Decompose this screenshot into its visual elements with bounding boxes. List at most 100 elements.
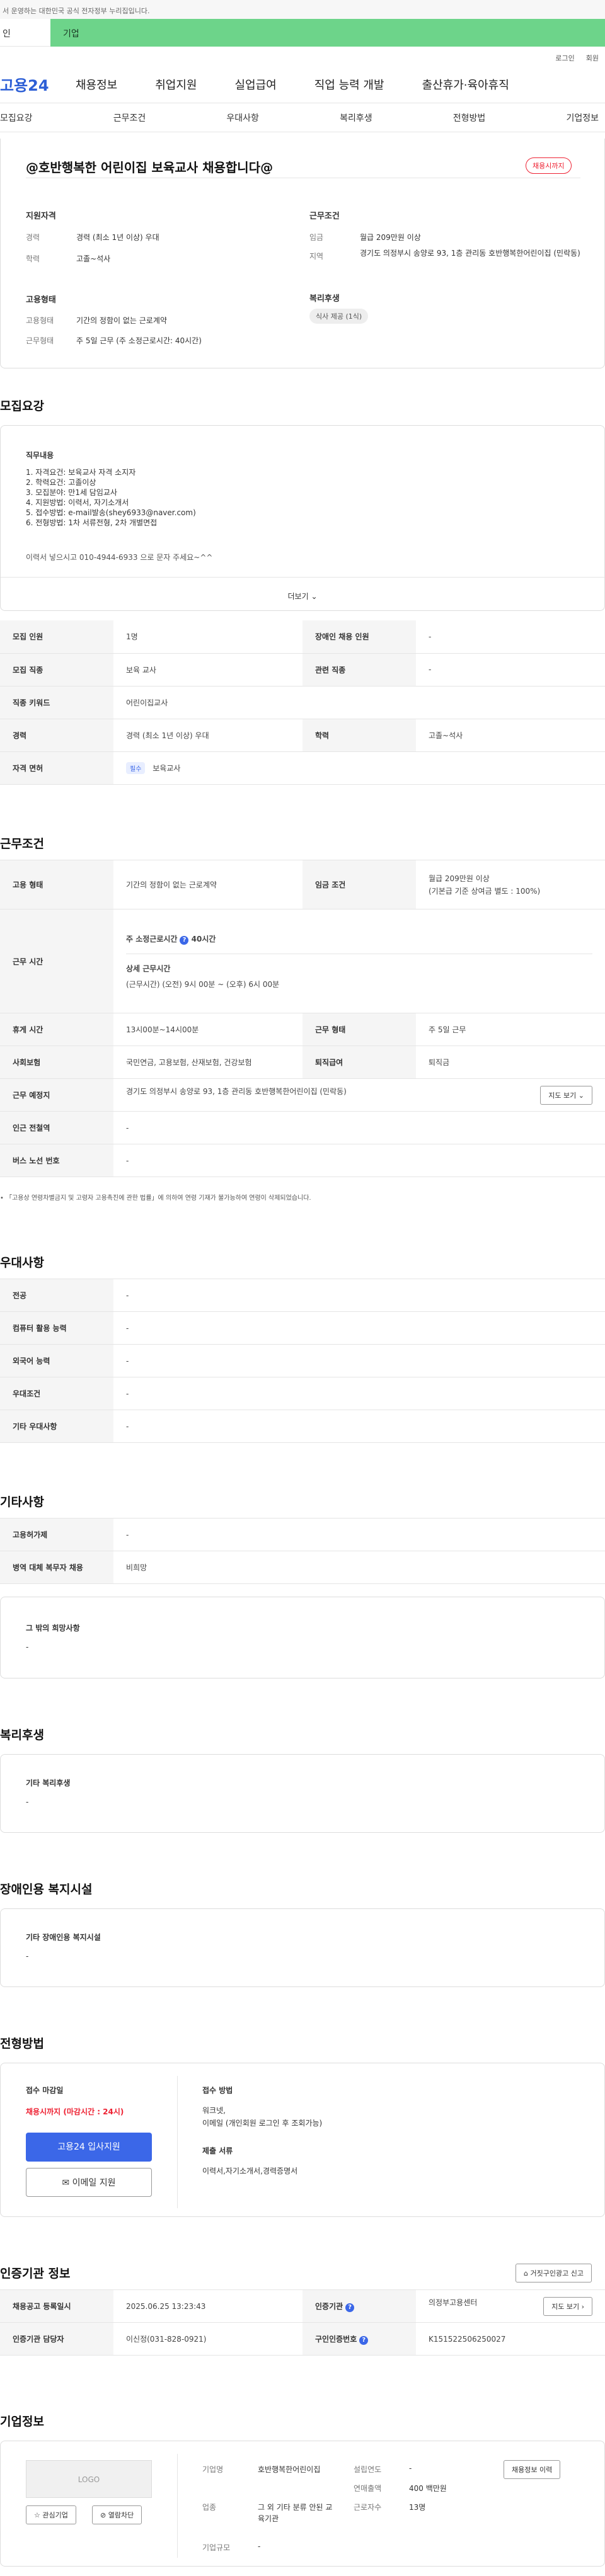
- email-apply-button[interactable]: ✉ 이메일 지원: [26, 2168, 152, 2197]
- weekly-hours: 주 소정근로시간? 40시간: [126, 933, 592, 954]
- age-note: • 「고용상 연령차별금지 및 고령자 고용촉진에 관한 법률」에 의하여 연령…: [0, 1195, 311, 1202]
- hours-detail: (근무시간) (오전) 9시 00분 ~ (오후) 6시 00분: [126, 979, 280, 989]
- gnb-item-unemployment-benefit[interactable]: 실업급여: [235, 76, 277, 93]
- subnav-pref[interactable]: 우대사항: [226, 111, 259, 124]
- table-row: 컴퓨터 활용 능력 -: [0, 1311, 605, 1345]
- table-row: 경력 경력 (최소 1년 이상) 우대 학력 고졸~석사: [0, 719, 605, 752]
- table-row: 인증기관 담당자 이신정(031-828-0921) 구인인증번호? K1515…: [0, 2322, 605, 2356]
- table-row: 자격 면허 필수 보육교사: [0, 751, 605, 785]
- favorite-company-button[interactable]: ☆ 관심기업: [26, 2505, 76, 2524]
- site-logo[interactable]: 고용24: [0, 73, 76, 95]
- company-size: -: [258, 2542, 261, 2551]
- mail-icon: ✉: [62, 2178, 70, 2188]
- table-row: 외국어 능력 -: [0, 1344, 605, 1377]
- cert-section-title: 인증기관 정보: [0, 2267, 71, 2281]
- etc-wish-title: 그 밖의 희망사항: [26, 1624, 80, 1633]
- status-badge: 채용시까지: [526, 157, 572, 174]
- apply-button[interactable]: 고용24 입사지원: [26, 2133, 152, 2162]
- duty-extra: 이력서 넣으시고 010-4944-6933 으로 문자 주세요~^^: [26, 553, 213, 562]
- company-label: 설립연도: [354, 2465, 382, 2474]
- work-place: 경기도 의정부시 송양로 93, 1층 관리동 호반행복한어린이집 (민락동): [126, 1086, 347, 1096]
- table-cell: -: [113, 1144, 605, 1177]
- table-header-cell: 학력: [302, 719, 416, 752]
- method-title: 접수 방법: [202, 2086, 233, 2095]
- table-row: 기타 우대사항 -: [0, 1410, 605, 1443]
- table-cell: -: [113, 1410, 605, 1443]
- table-cell: 어린이집교사: [113, 686, 605, 719]
- block-company-button[interactable]: ⊘ 열람차단: [92, 2505, 142, 2524]
- subnav-process[interactable]: 전형방법: [453, 111, 486, 124]
- gnb-item-jobs[interactable]: 채용정보: [76, 76, 117, 93]
- table-cell: 2025.06.25 13:23:43: [113, 2289, 302, 2323]
- table-cell: 주 소정근로시간? 40시간 상세 근무시간 (근무시간) (오전) 9시 00…: [113, 909, 605, 1013]
- table-header-cell: 장애인 채용 인원: [302, 620, 416, 654]
- table-header-cell: 모집 직종: [0, 653, 113, 687]
- company-section-title: 기업정보: [0, 2415, 44, 2429]
- table-row: 모집 직종 보육 교사 관련 직종 -: [0, 653, 605, 687]
- company-label: 기업명: [202, 2465, 224, 2474]
- table-header-cell: 고용허가제: [0, 1518, 113, 1551]
- table-header-cell: 자격 면허: [0, 751, 113, 785]
- deadline-title: 접수 마감일: [26, 2086, 64, 2095]
- gnb-item-parental-leave[interactable]: 출산휴가·육아휴직: [422, 76, 509, 93]
- subnav-recruit[interactable]: 모집요강: [0, 111, 33, 124]
- member-type-tabs: 인 기업: [0, 19, 605, 47]
- docs-title: 제출 서류: [202, 2146, 233, 2155]
- table-header-cell: 버스 노선 번호: [0, 1144, 113, 1177]
- table-cell: 보육 교사: [113, 653, 302, 687]
- map-button[interactable]: 지도 보기 ⌄: [540, 1085, 592, 1105]
- table-cell: 13시00분~14시00분: [113, 1013, 302, 1046]
- cert-table: 채용공고 등록일시 2025.06.25 13:23:43 인증기관? 의정부고…: [0, 2289, 605, 2356]
- emp-label: 고용형태: [26, 316, 54, 325]
- etc-table: 고용허가제 - 병역 대체 복무자 채용 비희망: [0, 1518, 605, 1584]
- subnav-welfare[interactable]: 복리후생: [340, 111, 372, 124]
- table-header-cell: 퇴직급여: [302, 1046, 416, 1079]
- table-cell: 1명: [113, 620, 302, 654]
- table-row: 근무 예정지 경기도 의정부시 송양로 93, 1층 관리동 호반행복한어린이집…: [0, 1078, 605, 1112]
- table-cell: 주 5일 근무: [416, 1013, 605, 1046]
- tab-company[interactable]: 기업: [50, 19, 605, 47]
- duty-line: 3. 모집분야: 만1세 담임교사: [26, 488, 117, 497]
- work-table: 고용 형태 기간의 정함이 없는 근로계약 임금 조건 월급 209만원 이상 (…: [0, 860, 605, 1177]
- table-cell: -: [113, 1344, 605, 1377]
- more-button[interactable]: 더보기 ⌄: [1, 583, 604, 601]
- company-employees: 13명: [409, 2503, 426, 2512]
- emp-value: 기간의 정함이 없는 근로계약: [76, 316, 167, 325]
- gnb-item-training[interactable]: 직업 능력 개발: [314, 76, 384, 93]
- join-link[interactable]: 회원: [586, 53, 599, 66]
- cert-map-button[interactable]: 지도 보기 ›: [543, 2296, 592, 2316]
- home-icon: ⌂: [524, 2269, 528, 2277]
- subnav-work[interactable]: 근무조건: [113, 111, 146, 124]
- gnb-item-employment-support[interactable]: 취업지원: [155, 76, 197, 93]
- table-row: 병역 대체 복무자 채용 비희망: [0, 1551, 605, 1584]
- table-cell: 기간의 정함이 없는 근로계약: [113, 860, 302, 909]
- tab-personal[interactable]: 인: [0, 19, 50, 47]
- gov-notice: 서 운영하는 대한민국 공식 전자정부 누리집입니다.: [0, 0, 605, 19]
- table-row: 모집 인원 1명 장애인 채용 인원 -: [0, 620, 605, 654]
- company-name: 호반행복한어린이집: [258, 2465, 321, 2474]
- info-icon[interactable]: ?: [345, 2303, 355, 2312]
- info-icon[interactable]: ?: [359, 2335, 369, 2345]
- recruit-history-button[interactable]: 채용정보 이력: [504, 2460, 561, 2479]
- table-header-cell: 전공: [0, 1279, 113, 1312]
- wage-note: (기본급 기준 상여금 별도 : 100%): [429, 886, 541, 896]
- recruit-section-title: 모집요강: [0, 399, 44, 413]
- table-cell: 이신정(031-828-0921): [113, 2322, 302, 2356]
- duty-list: 1. 자격요건: 보육교사 자격 소지자 2. 학력요건: 고졸이상 3. 모집…: [26, 467, 196, 528]
- table-header-cell: 임금 조건: [302, 860, 416, 909]
- company-sales: 400 백만원: [409, 2484, 447, 2493]
- report-button[interactable]: ⌂ 거짓구인광고 신고: [516, 2264, 592, 2282]
- table-header-cell: 근무 형태: [302, 1013, 416, 1046]
- login-link[interactable]: 로그인: [555, 53, 574, 66]
- recruit-table: 모집 인원 1명 장애인 채용 인원 - 모집 직종 보육 교사 관련 직종 -…: [0, 620, 605, 785]
- table-header-cell: 관련 직종: [302, 653, 416, 687]
- required-chip: 필수: [126, 761, 146, 774]
- job-title: @호반행복한 어린이집 보육교사 채용합니다@: [26, 160, 274, 175]
- info-icon[interactable]: ?: [180, 935, 189, 945]
- company-label: 업종: [202, 2503, 217, 2512]
- welfare-box: 기타 복리후생 -: [0, 1754, 605, 1833]
- table-header-cell: 외국어 능력: [0, 1344, 113, 1377]
- qual-value: 경력 (최소 1년 이상) 우대: [76, 233, 159, 242]
- method-value: 워크넷,: [202, 2106, 226, 2115]
- subnav-company[interactable]: 기업정보: [566, 111, 599, 124]
